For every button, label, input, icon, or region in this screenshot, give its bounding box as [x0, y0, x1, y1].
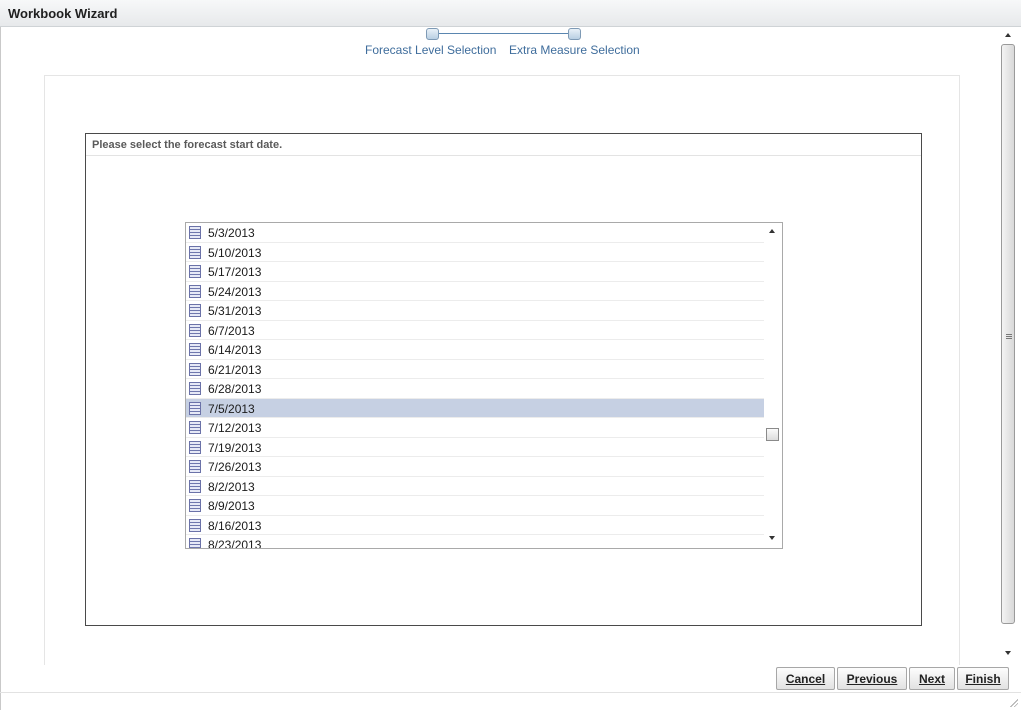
step-1-node[interactable] — [426, 28, 439, 40]
previous-button[interactable]: Previous — [837, 667, 907, 690]
list-item[interactable]: 5/17/2013 — [186, 262, 764, 282]
list-item[interactable]: 8/16/2013 — [186, 516, 764, 535]
list-item-label: 7/5/2013 — [208, 401, 255, 416]
document-icon — [189, 343, 201, 356]
list-item[interactable]: 8/23/2013 — [186, 535, 764, 548]
step-2-node[interactable] — [568, 28, 581, 40]
list-item[interactable]: 6/21/2013 — [186, 360, 764, 379]
footer-divider — [0, 692, 1021, 693]
document-icon — [189, 245, 201, 259]
list-item[interactable]: 7/12/2013 — [186, 418, 764, 438]
document-icon — [189, 362, 201, 376]
step-extra-measure-selection[interactable]: Extra Measure Selection — [509, 43, 640, 57]
document-icon — [189, 460, 201, 473]
list-item[interactable]: 6/28/2013 — [186, 379, 764, 399]
document-icon — [189, 518, 201, 532]
next-button[interactable]: Next — [909, 667, 955, 690]
document-icon — [189, 499, 201, 512]
date-list-scrollbar[interactable] — [764, 223, 782, 548]
list-item[interactable]: 7/5/2013 — [186, 398, 764, 418]
list-item-label: 5/24/2013 — [208, 284, 262, 299]
list-item-label: 7/19/2013 — [208, 440, 262, 455]
scroll-up-arrow-icon[interactable] — [769, 229, 775, 233]
list-item[interactable]: 8/9/2013 — [186, 496, 764, 516]
list-item-label: 5/31/2013 — [208, 304, 262, 318]
date-list-rows[interactable]: 5/3/2013 5/10/2013 5/17/2013 5/24/2013 5/31/… — [186, 223, 764, 548]
document-icon — [189, 284, 201, 298]
grip-icon — [1006, 334, 1012, 340]
page-scroll-up-icon[interactable] — [1005, 33, 1011, 37]
list-item-label: 6/28/2013 — [208, 382, 262, 396]
list-item-label: 8/2/2013 — [208, 479, 255, 494]
list-item[interactable]: 6/14/2013 — [186, 340, 764, 360]
panel-prompt: Please select the forecast start date. — [92, 139, 283, 151]
list-item[interactable]: 5/3/2013 — [186, 223, 764, 243]
finish-button[interactable]: Finish — [957, 667, 1009, 690]
document-icon — [189, 440, 201, 454]
scroll-down-arrow-icon[interactable] — [769, 536, 775, 540]
document-icon — [189, 382, 201, 395]
list-item[interactable]: 5/24/2013 — [186, 282, 764, 301]
list-item-label: 6/7/2013 — [208, 323, 255, 338]
list-item-label: 7/12/2013 — [208, 421, 262, 435]
list-item-label: 5/3/2013 — [208, 226, 255, 240]
list-item[interactable]: 7/26/2013 — [186, 457, 764, 477]
list-item-label: 6/14/2013 — [208, 343, 262, 357]
wizard-train: Forecast Level Selection Extra Measure S… — [360, 26, 660, 62]
page-scroll-thumb[interactable] — [1001, 44, 1015, 624]
list-item-label: 5/17/2013 — [208, 265, 262, 279]
document-icon — [189, 421, 201, 434]
train-connector — [433, 33, 575, 34]
window-title: Workbook Wizard — [8, 6, 118, 21]
list-item[interactable]: 7/19/2013 — [186, 438, 764, 457]
date-list[interactable]: 5/3/2013 5/10/2013 5/17/2013 5/24/2013 5/31/… — [185, 222, 783, 549]
step-forecast-level-selection[interactable]: Forecast Level Selection — [365, 43, 496, 57]
list-item-label: 8/16/2013 — [208, 518, 262, 533]
title-bar: Workbook Wizard — [0, 0, 1021, 27]
scroll-thumb[interactable] — [766, 428, 779, 441]
list-item-label: 7/26/2013 — [208, 460, 262, 474]
page-scrollbar[interactable] — [1000, 27, 1016, 661]
list-item-label: 6/21/2013 — [208, 362, 262, 377]
list-item[interactable]: 5/10/2013 — [186, 243, 764, 262]
left-border — [0, 27, 1, 710]
list-item-label: 8/9/2013 — [208, 499, 255, 513]
list-item[interactable]: 6/7/2013 — [186, 321, 764, 340]
document-icon — [189, 304, 201, 317]
panel-header: Please select the forecast start date. — [86, 134, 921, 156]
list-item-label: 8/23/2013 — [208, 538, 262, 548]
document-icon — [189, 265, 201, 278]
document-icon — [189, 401, 201, 415]
document-icon — [189, 538, 201, 548]
document-icon — [189, 226, 201, 239]
document-icon — [189, 479, 201, 493]
resize-grip-icon[interactable] — [1009, 698, 1018, 707]
page-scroll-down-icon[interactable] — [1005, 651, 1011, 655]
cancel-button[interactable]: Cancel — [776, 667, 835, 690]
document-icon — [189, 323, 201, 337]
list-item-label: 5/10/2013 — [208, 245, 262, 260]
list-item[interactable]: 5/31/2013 — [186, 301, 764, 321]
list-item[interactable]: 8/2/2013 — [186, 477, 764, 496]
